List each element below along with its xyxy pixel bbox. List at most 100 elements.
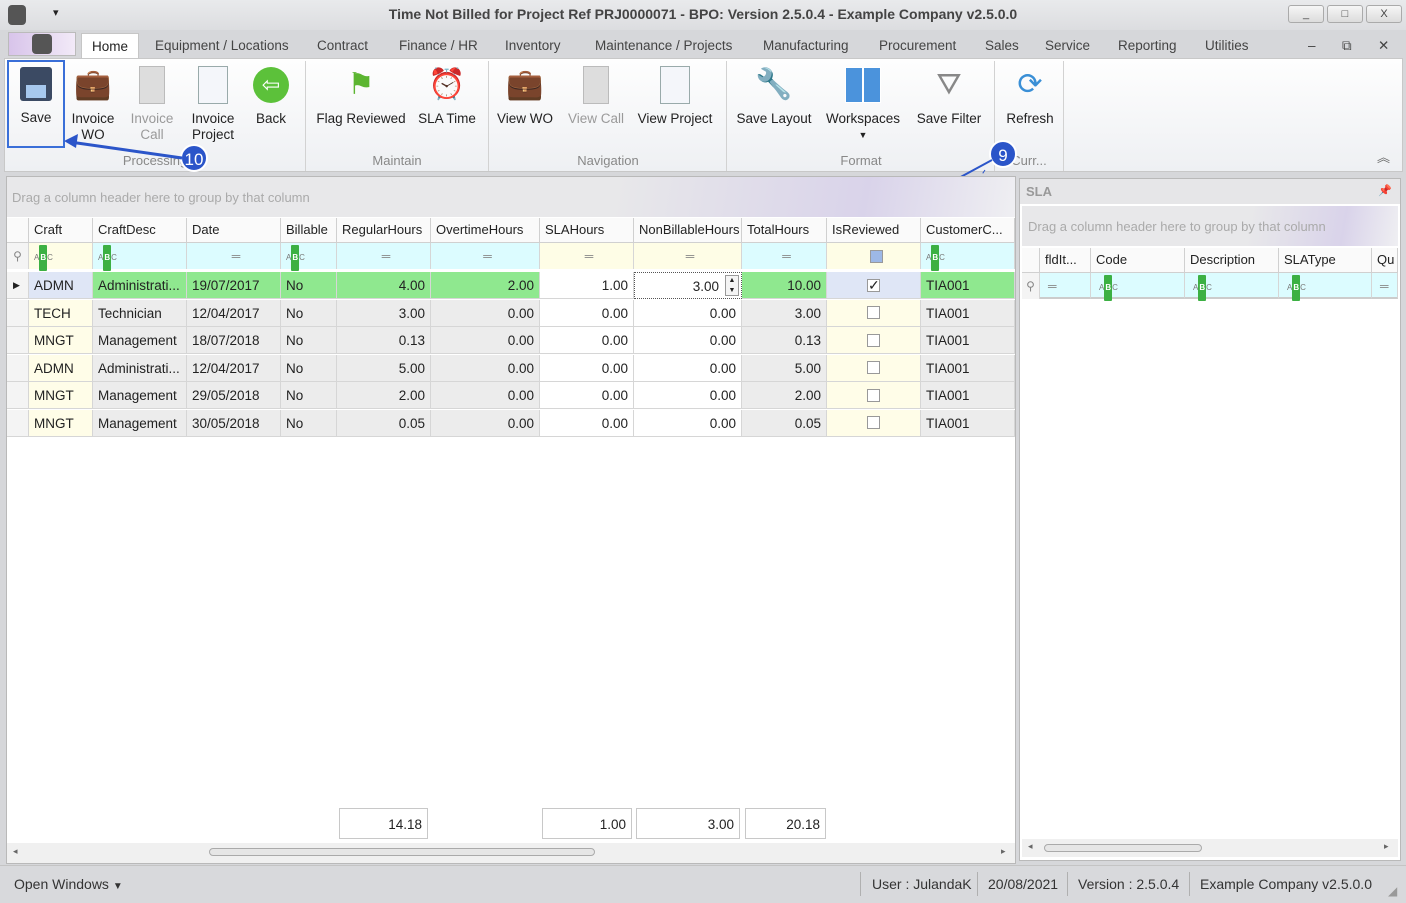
checkbox[interactable] <box>867 333 880 347</box>
sla-column-header[interactable]: Code <box>1091 248 1185 273</box>
grid-cell[interactable]: MNGT <box>29 409 93 437</box>
filter-cell[interactable]: ═ <box>540 243 634 269</box>
grid-cell[interactable]: Administrati... <box>93 354 187 382</box>
is-reviewed-checkbox[interactable] <box>827 354 921 382</box>
is-reviewed-checkbox[interactable]: ✓ <box>827 272 921 299</box>
grid-cell[interactable]: 0.00 <box>634 354 742 382</box>
filter-cell[interactable] <box>827 243 921 269</box>
column-header[interactable]: OvertimeHours <box>431 218 540 243</box>
grid-cell[interactable]: 0.00 <box>431 354 540 382</box>
grid-cell[interactable]: 0.00 <box>540 354 634 382</box>
column-header[interactable]: RegularHours <box>337 218 431 243</box>
grid-cell[interactable]: 0.13 <box>742 327 827 354</box>
grid-cell[interactable]: 0.00 <box>540 327 634 354</box>
grid-cell[interactable]: 0.00 <box>540 409 634 437</box>
column-header[interactable]: IsReviewed <box>827 218 921 243</box>
grid-cell[interactable]: 0.05 <box>742 409 827 437</box>
grid-cell[interactable]: No <box>281 354 337 382</box>
grid-cell[interactable]: 3.00 <box>742 299 827 327</box>
grid-cell[interactable]: 0.00 <box>634 382 742 409</box>
grid-cell[interactable]: Technician <box>93 299 187 327</box>
grid-cell[interactable]: TIA001 <box>921 327 1015 354</box>
grid-cell[interactable]: MNGT <box>29 382 93 409</box>
scroll-left-icon[interactable]: ◂ <box>1028 841 1033 852</box>
checkbox[interactable] <box>867 388 880 402</box>
sla-filter-cell[interactable]: ABC <box>1279 273 1372 301</box>
grid-cell[interactable]: TIA001 <box>921 409 1015 437</box>
grid-cell[interactable]: ADMN <box>29 272 93 299</box>
grid-cell[interactable]: 0.00 <box>540 382 634 409</box>
grid-cell[interactable]: 0.05 <box>337 409 431 437</box>
grid-cell[interactable]: TIA001 <box>921 299 1015 327</box>
filter-cell[interactable]: ═ <box>337 243 431 269</box>
grid-cell[interactable]: 2.00 <box>337 382 431 409</box>
grid-cell[interactable]: No <box>281 299 337 327</box>
scroll-right-icon[interactable]: ▸ <box>1384 841 1389 852</box>
sla-horizontal-scrollbar[interactable]: ◂ ▸ <box>1022 839 1398 857</box>
filter-cell[interactable]: ═ <box>187 243 281 269</box>
sla-column-header[interactable]: SLAType <box>1279 248 1372 273</box>
open-windows-menu[interactable]: Open Windows ▼ <box>14 876 123 892</box>
column-header[interactable]: Craft <box>29 218 93 243</box>
grid-cell[interactable]: 5.00 <box>742 354 827 382</box>
grid-cell[interactable]: Administrati... <box>93 272 187 299</box>
filter-cell[interactable]: ABC <box>921 243 1015 271</box>
grid-cell[interactable]: 1.00 <box>540 272 634 299</box>
row-indicator[interactable] <box>7 382 29 409</box>
grid-cell[interactable]: ADMN <box>29 354 93 382</box>
filter-cell[interactable]: ═ <box>634 243 742 269</box>
column-header[interactable]: CraftDesc <box>93 218 187 243</box>
grid-cell[interactable]: 0.00 <box>431 409 540 437</box>
grid-cell[interactable]: 0.00 <box>634 327 742 354</box>
sla-filter-cell[interactable]: ═ <box>1372 273 1398 299</box>
sla-column-header[interactable]: Description <box>1185 248 1279 273</box>
grid-cell[interactable]: TIA001 <box>921 382 1015 409</box>
filter-cell[interactable]: ABC <box>93 243 187 271</box>
grid-cell[interactable]: 5.00 <box>337 354 431 382</box>
scroll-left-icon[interactable]: ◂ <box>13 846 18 857</box>
sla-column-header[interactable]: Qu <box>1372 248 1398 273</box>
is-reviewed-checkbox[interactable] <box>827 409 921 437</box>
sla-filter-cell[interactable]: ═ <box>1040 273 1091 299</box>
column-header[interactable]: TotalHours <box>742 218 827 243</box>
grid-cell[interactable]: MNGT <box>29 327 93 354</box>
grid-cell[interactable]: 2.00 <box>742 382 827 409</box>
grid-cell[interactable]: 12/04/2017 <box>187 354 281 382</box>
scrollbar-thumb[interactable] <box>1044 844 1202 852</box>
scroll-right-icon[interactable]: ▸ <box>1001 846 1006 857</box>
row-indicator[interactable] <box>7 354 29 382</box>
row-indicator[interactable] <box>7 299 29 327</box>
is-reviewed-checkbox[interactable] <box>827 327 921 354</box>
grid-cell[interactable]: TIA001 <box>921 354 1015 382</box>
column-header[interactable]: NonBillableHours <box>634 218 742 243</box>
grid-cell[interactable]: TIA001 <box>921 272 1015 299</box>
horizontal-scrollbar[interactable]: ◂ ▸ <box>7 843 1015 863</box>
grid-cell[interactable]: 0.00 <box>634 409 742 437</box>
row-indicator[interactable] <box>7 327 29 354</box>
grid-cell[interactable]: 0.00 <box>431 327 540 354</box>
grid-cell[interactable]: 18/07/2018 <box>187 327 281 354</box>
pin-icon[interactable]: 📌 <box>1378 184 1392 197</box>
grid-cell[interactable]: 30/05/2018 <box>187 409 281 437</box>
sla-column-header[interactable]: fldIt... <box>1040 248 1091 273</box>
grid-cell[interactable]: 12/04/2017 <box>187 299 281 327</box>
filter-cell[interactable]: ═ <box>742 243 827 269</box>
checkbox[interactable] <box>867 306 880 320</box>
nonbillable-hours-editor[interactable]: 3.00 ▲ ▼ <box>634 272 742 299</box>
grid-cell[interactable]: 0.00 <box>431 382 540 409</box>
grid-cell[interactable]: 0.00 <box>540 299 634 327</box>
grid-cell[interactable]: No <box>281 327 337 354</box>
column-header[interactable]: CustomerC... <box>921 218 1015 243</box>
grid-cell[interactable]: 0.00 <box>431 299 540 327</box>
row-indicator[interactable] <box>7 409 29 437</box>
grid-cell[interactable]: 10.00 <box>742 272 827 299</box>
grid-cell[interactable]: 0.00 <box>634 299 742 327</box>
sla-filter-cell[interactable]: ABC <box>1185 273 1279 301</box>
filter-cell[interactable]: ═ <box>431 243 540 269</box>
checkbox[interactable] <box>867 361 880 375</box>
scrollbar-thumb[interactable] <box>209 848 595 856</box>
grid-cell[interactable]: Management <box>93 409 187 437</box>
grid-cell[interactable]: No <box>281 409 337 437</box>
grid-cell[interactable]: 0.13 <box>337 327 431 354</box>
grid-cell[interactable]: TECH <box>29 299 93 327</box>
